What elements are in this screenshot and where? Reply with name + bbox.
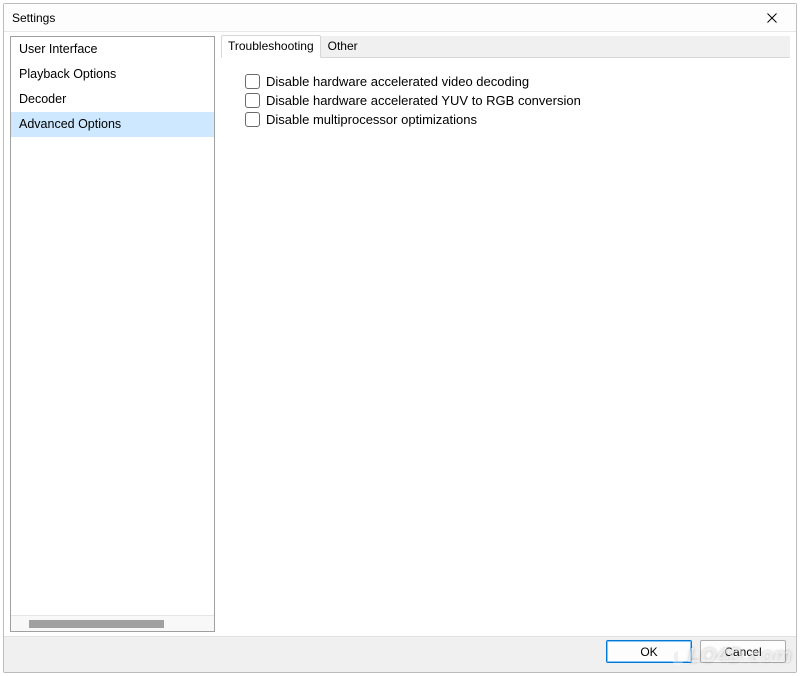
sidebar-item-decoder[interactable]: Decoder <box>11 87 214 112</box>
sidebar-item-user-interface[interactable]: User Interface <box>11 37 214 62</box>
titlebar: Settings <box>4 4 796 32</box>
tab-strip: Troubleshooting Other <box>221 36 790 58</box>
button-label: OK <box>640 645 657 659</box>
main-panel: Troubleshooting Other Disable hardware a… <box>215 32 796 636</box>
checkbox-label: Disable multiprocessor optimizations <box>266 112 477 127</box>
checkbox-label: Disable hardware accelerated video decod… <box>266 74 529 89</box>
sidebar-item-label: Playback Options <box>19 67 116 81</box>
close-button[interactable] <box>752 6 792 30</box>
cancel-button[interactable]: Cancel <box>700 640 786 663</box>
window-title: Settings <box>12 11 752 25</box>
category-list: User Interface Playback Options Decoder … <box>11 37 214 615</box>
tab-content: Disable hardware accelerated video decod… <box>221 58 790 632</box>
checkbox-disable-hw-yuv-rgb[interactable] <box>245 93 260 108</box>
sidebar-item-label: Decoder <box>19 92 66 106</box>
close-icon <box>767 13 777 23</box>
ok-button[interactable]: OK <box>606 640 692 663</box>
scrollbar-thumb[interactable] <box>29 620 164 628</box>
checkbox-row-disable-hw-video-decoding: Disable hardware accelerated video decod… <box>245 74 780 89</box>
checkbox-row-disable-multiprocessor: Disable multiprocessor optimizations <box>245 112 780 127</box>
checkbox-disable-hw-video-decoding[interactable] <box>245 74 260 89</box>
sidebar-item-advanced-options[interactable]: Advanced Options <box>11 112 214 137</box>
sidebar-item-label: User Interface <box>19 42 98 56</box>
checkbox-disable-multiprocessor[interactable] <box>245 112 260 127</box>
button-label: Cancel <box>724 645 761 659</box>
dialog-footer: OK Cancel <box>4 636 796 672</box>
tab-label: Other <box>328 39 358 53</box>
settings-window: Settings User Interface Playback Options… <box>3 3 797 673</box>
sidebar-item-label: Advanced Options <box>19 117 121 131</box>
sidebar-item-playback-options[interactable]: Playback Options <box>11 62 214 87</box>
category-sidebar: User Interface Playback Options Decoder … <box>10 36 215 632</box>
content-area: User Interface Playback Options Decoder … <box>4 32 796 636</box>
checkbox-row-disable-hw-yuv-rgb: Disable hardware accelerated YUV to RGB … <box>245 93 780 108</box>
checkbox-label: Disable hardware accelerated YUV to RGB … <box>266 93 581 108</box>
tab-troubleshooting[interactable]: Troubleshooting <box>221 35 321 58</box>
tab-other[interactable]: Other <box>321 35 365 58</box>
tab-label: Troubleshooting <box>228 39 314 53</box>
sidebar-horizontal-scrollbar[interactable] <box>11 615 214 631</box>
